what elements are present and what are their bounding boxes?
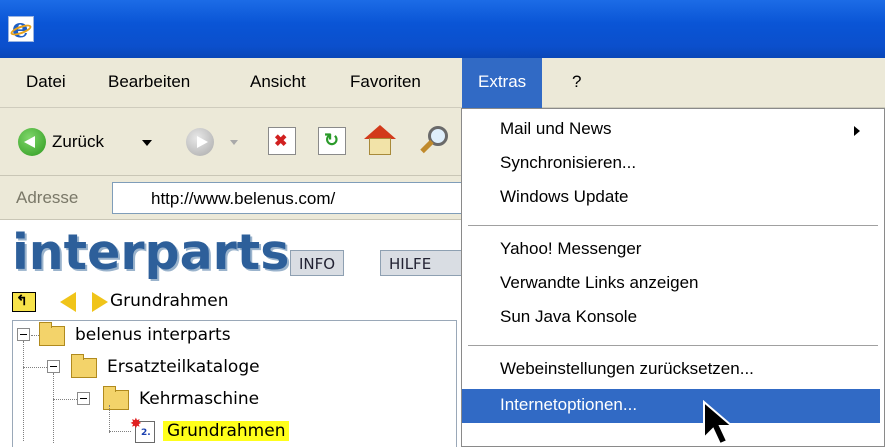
menu-favoriten[interactable]: Favoriten [350, 72, 421, 92]
menu-item-synchronisieren[interactable]: Synchronisieren... [462, 147, 880, 181]
menu-item-mail-und-news[interactable]: Mail und News [462, 113, 880, 147]
menu-item-sun-java-konsole[interactable]: Sun Java Konsole [462, 301, 880, 335]
collapse-toggle-icon[interactable] [77, 392, 90, 405]
menu-item-label: Mail und News [500, 119, 612, 138]
tree-item[interactable]: ✸ 2. Grundrahmen [13, 416, 453, 445]
nav-back-triangle-icon[interactable] [60, 292, 76, 312]
breadcrumb: Grundrahmen [110, 291, 229, 311]
menu-bar: Datei Bearbeiten Ansicht Favoriten Extra… [0, 58, 885, 108]
menu-item-internetoptionen[interactable]: Internetoptionen... [462, 389, 880, 423]
folder-open-icon [39, 322, 65, 346]
stop-x-glyph: ✖ [274, 133, 288, 150]
collapse-toggle-icon[interactable] [17, 328, 30, 341]
tree-connector [109, 431, 131, 432]
address-bar: Adresse http://www.belenus.com/ [0, 176, 470, 220]
mouse-pointer-icon [703, 400, 735, 446]
tree-item[interactable]: belenus interparts [13, 322, 453, 349]
back-button-label[interactable]: Zurück [52, 132, 104, 152]
search-handle [420, 139, 434, 154]
interparts-logo: interparts [12, 224, 290, 281]
back-arrow-icon[interactable] [18, 128, 46, 156]
tree-item-label: Kehrmaschine [139, 389, 260, 409]
menu-item-verwandte-links[interactable]: Verwandte Links anzeigen [462, 267, 880, 301]
toolbar: Zurück ✖ ↻ [0, 108, 470, 176]
info-button[interactable]: INFO [290, 250, 345, 276]
collapse-toggle-icon[interactable] [47, 360, 60, 373]
submenu-arrow-icon [854, 126, 860, 136]
up-glyph: ↰ [16, 292, 28, 308]
menu-datei[interactable]: Datei [26, 72, 66, 92]
refresh-glyph: ↻ [324, 130, 340, 150]
tree-connector [53, 399, 77, 400]
forward-dropdown-arrow-icon[interactable] [230, 140, 238, 145]
hilfe-button[interactable]: HILFE [380, 250, 462, 276]
tree-item[interactable]: Ersatzteilkataloge [13, 354, 453, 381]
menu-item-yahoo-messenger[interactable]: Yahoo! Messenger [462, 233, 880, 267]
menu-help[interactable]: ? [572, 72, 581, 92]
tree-connector [31, 335, 39, 336]
folder-open-icon [71, 354, 97, 378]
refresh-icon[interactable]: ↻ [318, 127, 346, 155]
menu-ansicht[interactable]: Ansicht [250, 72, 306, 92]
home-roof [364, 125, 396, 139]
nav-forward-triangle-icon[interactable] [92, 292, 108, 312]
menu-separator [468, 345, 878, 346]
stop-icon[interactable]: ✖ [268, 127, 296, 155]
catalog-tree: belenus interparts Ersatzteilkataloge Ke… [12, 320, 457, 447]
tree-item-label: Ersatzteilkataloge [107, 357, 260, 377]
tree-item-label-selected: Grundrahmen [163, 421, 290, 441]
address-label: Adresse [16, 188, 79, 207]
menu-bearbeiten[interactable]: Bearbeiten [108, 72, 190, 92]
tree-connector [23, 367, 47, 368]
menu-item-webeinstellungen[interactable]: Webeinstellungen zurücksetzen... [462, 353, 880, 387]
document-icon: ✸ 2. [130, 416, 155, 443]
folder-open-icon [103, 386, 129, 410]
page-content: interparts INFO HILFE ↰ Grundrahmen bele… [0, 220, 470, 447]
doc-number-glyph: 2. [141, 428, 151, 438]
home-icon[interactable] [364, 125, 396, 157]
extras-dropdown-menu: Mail und News Synchronisieren... Windows… [461, 108, 885, 447]
title-bar[interactable]: e [0, 0, 885, 58]
tree-item[interactable]: Kehrmaschine [13, 386, 453, 413]
address-input[interactable]: http://www.belenus.com/ [112, 182, 470, 214]
tree-item-label: belenus interparts [75, 325, 231, 345]
star-glyph: ✸ [130, 416, 142, 432]
internet-explorer-icon[interactable]: e [8, 14, 34, 44]
back-dropdown-arrow-icon[interactable] [142, 140, 152, 146]
menu-extras[interactable]: Extras [462, 58, 543, 108]
forward-arrow-icon[interactable] [186, 128, 214, 156]
menu-separator [468, 225, 878, 226]
home-body [369, 138, 391, 155]
menu-item-windows-update[interactable]: Windows Update [462, 181, 880, 215]
search-icon[interactable] [418, 124, 452, 158]
folder-up-icon[interactable]: ↰ [12, 292, 36, 312]
